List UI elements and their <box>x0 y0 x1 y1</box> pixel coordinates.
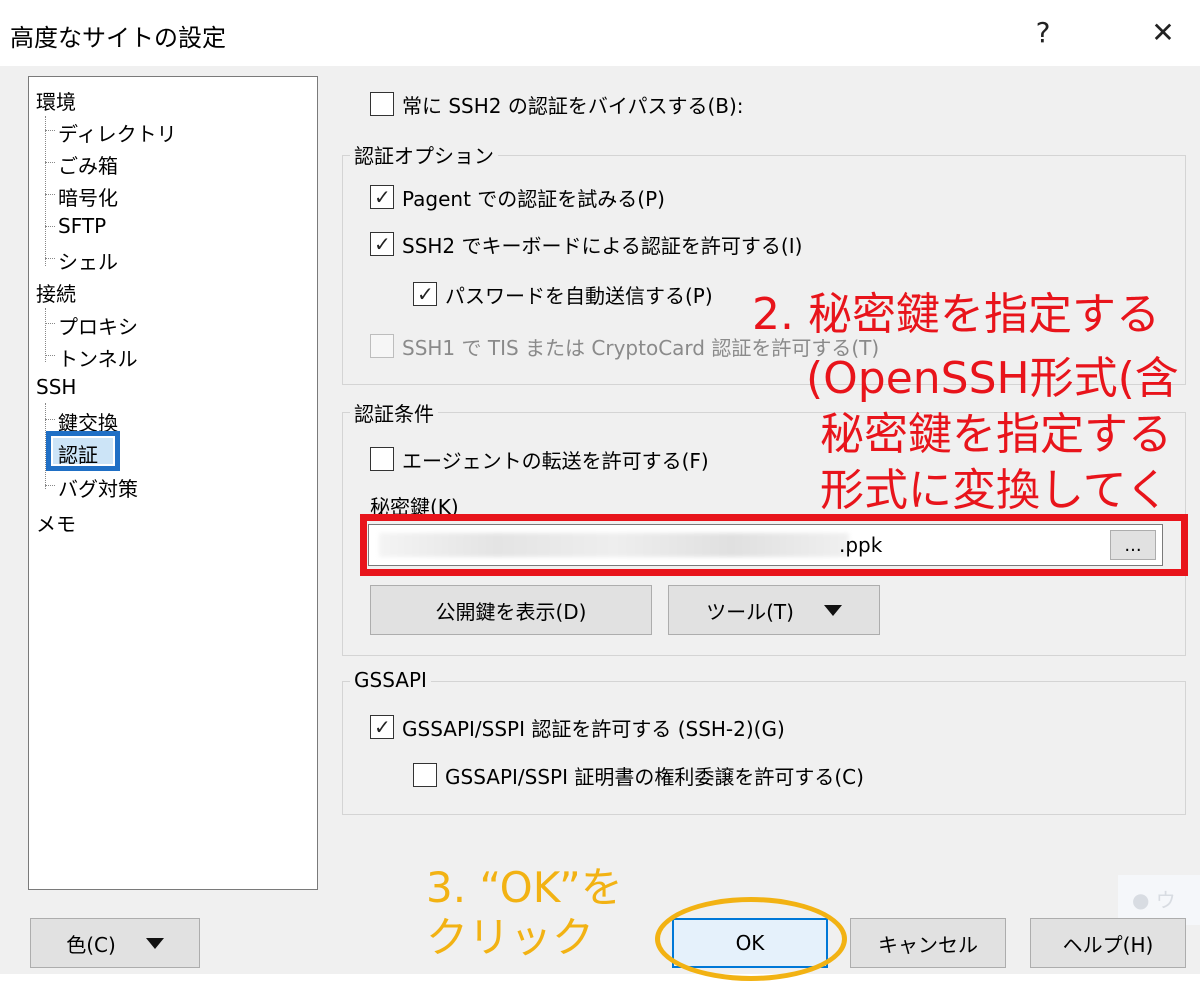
check-icon: ✓ <box>374 185 391 209</box>
agent-forwarding-label: エージェントの転送を許可する(F) <box>402 449 709 473</box>
pagent-checkbox[interactable]: ✓ <box>370 185 394 209</box>
gssapi-group <box>342 681 1186 815</box>
tools-button[interactable]: ツール(T) <box>668 585 880 635</box>
selection-annotation-box <box>46 431 120 471</box>
private-key-annotation-box <box>360 514 1188 576</box>
color-button[interactable]: 色(C) <box>30 918 200 968</box>
title-bar: 高度なサイトの設定 ? ✕ <box>0 0 1200 66</box>
bypass-auth-checkbox[interactable] <box>370 92 394 116</box>
pagent-label: Pagent での認証を試みる(P) <box>402 187 665 211</box>
tree-item-encryption[interactable]: 暗号化 <box>58 182 118 211</box>
check-icon: ✓ <box>374 715 391 739</box>
annotation-step3-line2: クリック <box>426 913 595 962</box>
dialog-bottom-edge <box>0 974 1200 982</box>
annotation-step2-line1: 2. 秘密鍵を指定する <box>752 289 1160 340</box>
tools-button-label: ツール(T) <box>706 599 794 624</box>
dropdown-arrow-icon <box>145 937 164 949</box>
tree-item-note[interactable]: メモ <box>36 508 76 537</box>
help-button[interactable]: ヘルプ(H) <box>1030 918 1186 968</box>
cancel-button[interactable]: キャンセル <box>850 918 1006 968</box>
ok-annotation-ellipse <box>655 897 847 981</box>
tree-item-environment[interactable]: 環境 <box>36 86 76 115</box>
tree-item-ssh[interactable]: SSH <box>36 375 76 399</box>
auto-password-checkbox[interactable]: ✓ <box>413 282 437 306</box>
auto-password-label: パスワードを自動送信する(P) <box>445 284 713 308</box>
tree-item-directory[interactable]: ディレクトリ <box>58 118 177 147</box>
bypass-auth-label: 常に SSH2 の認証をバイパスする(B): <box>402 94 744 118</box>
color-button-label: 色(C) <box>66 932 116 957</box>
gssapi-delegate-checkbox[interactable] <box>413 763 437 787</box>
annotation-step2-line3: 秘密鍵を指定する <box>820 409 1172 460</box>
gssapi-allow-checkbox[interactable]: ✓ <box>370 715 394 739</box>
keyboard-interactive-label: SSH2 でキーボードによる認証を許可する(I) <box>402 234 803 258</box>
check-icon: ✓ <box>374 232 391 256</box>
check-icon: ✓ <box>417 282 434 306</box>
agent-forwarding-checkbox[interactable] <box>370 447 394 471</box>
auth-options-title: 認証オプション <box>350 140 498 169</box>
tree-item-bugs[interactable]: バグ対策 <box>58 473 138 502</box>
show-public-key-button[interactable]: 公開鍵を表示(D) <box>370 585 652 635</box>
annotation-step2-line4: 形式に変換してく <box>820 465 1170 516</box>
tree-item-shell[interactable]: シェル <box>58 246 118 275</box>
close-icon[interactable]: ✕ <box>1140 10 1186 56</box>
tree-item-connection[interactable]: 接続 <box>36 278 76 307</box>
dropdown-arrow-icon <box>823 604 842 616</box>
keyboard-interactive-checkbox[interactable]: ✓ <box>370 232 394 256</box>
window-title: 高度なサイトの設定 <box>10 24 226 52</box>
gssapi-allow-label: GSSAPI/SSPI 認証を許可する (SSH-2)(G) <box>402 717 785 741</box>
help-icon[interactable]: ? <box>1020 10 1066 56</box>
annotation-step2-line2: (OpenSSH形式(含 <box>806 353 1179 404</box>
gssapi-delegate-label: GSSAPI/SSPI 証明書の権利委譲を許可する(C) <box>445 765 864 789</box>
tree-item-proxy[interactable]: プロキシ <box>58 311 138 340</box>
tree-item-recycle-bin[interactable]: ごみ箱 <box>58 150 118 179</box>
gssapi-title: GSSAPI <box>350 668 431 692</box>
tis-cryptocard-checkbox[interactable] <box>370 334 394 358</box>
auth-conditions-title: 認証条件 <box>350 398 438 427</box>
tree-item-tunnel[interactable]: トンネル <box>58 343 138 372</box>
tree-item-sftp[interactable]: SFTP <box>58 214 106 238</box>
